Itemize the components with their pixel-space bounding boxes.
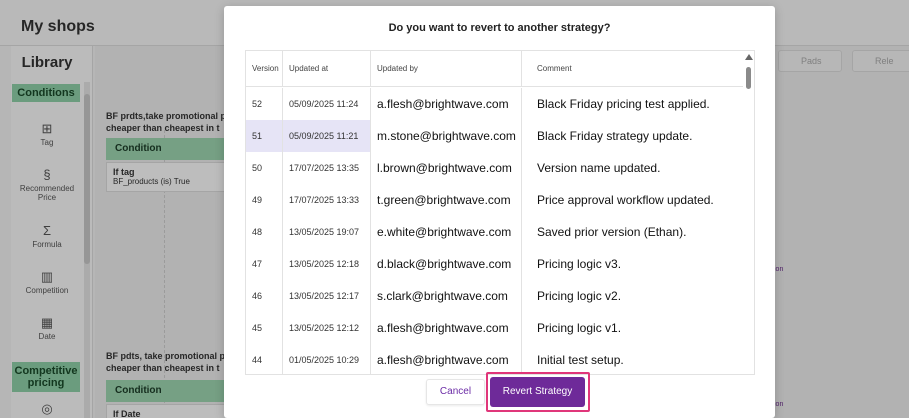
table-row[interactable]: 47 13/05/2025 12:18 d.black@brightwave.c… [246,248,743,280]
cell-version: 51 [246,120,283,152]
cancel-button[interactable]: Cancel [426,379,485,405]
table-row[interactable]: 45 13/05/2025 12:12 a.flesh@brightwave.c… [246,312,743,344]
cell-updated-by: m.stone@brightwave.com [371,120,522,152]
cell-updated-by: t.green@brightwave.com [371,184,522,216]
column-header-updated-by: Updated by [371,51,522,87]
table-row[interactable]: 44 01/05/2025 10:29 a.flesh@brightwave.c… [246,344,743,374]
cell-updated-by: e.white@brightwave.com [371,216,522,248]
table-row[interactable]: 46 13/05/2025 12:17 s.clark@brightwave.c… [246,280,743,312]
table-row-selected[interactable]: 51 05/09/2025 11:21 m.stone@brightwave.c… [246,120,743,152]
column-header-version: Version [246,51,283,87]
cell-updated-at: 13/05/2025 12:18 [283,248,371,280]
cell-comment: Pricing logic v1. [537,321,622,335]
cell-updated-at: 13/05/2025 12:12 [283,312,371,344]
cell-updated-by: s.clark@brightwave.com [371,280,522,312]
cell-comment: Saved prior version (Ethan). [537,225,687,239]
cell-comment: Initial test setup. [537,353,624,367]
cell-comment: Version name updated. [537,161,661,175]
cell-updated-by: a.flesh@brightwave.com [371,312,522,344]
dialog-title: Do you want to revert to another strateg… [388,22,611,34]
revert-strategy-button[interactable]: Revert Strategy [490,377,585,407]
cell-updated-by: l.brown@brightwave.com [371,152,522,184]
version-history-table: Version Updated at Updated by Comment 52… [245,50,755,375]
cell-updated-by: a.flesh@brightwave.com [371,344,522,374]
cell-version: 47 [246,248,283,280]
cell-version: 49 [246,184,283,216]
table-scrollbar[interactable] [743,51,754,374]
cell-version: 52 [246,88,283,120]
cell-comment: Pricing logic v3. [537,257,622,271]
table-row[interactable]: 50 17/07/2025 13:35 l.brown@brightwave.c… [246,152,743,184]
table-scroll-thumb[interactable] [746,67,751,89]
cell-comment: Black Friday pricing test applied. [537,97,710,111]
cell-comment: Black Friday strategy update. [537,129,693,143]
revert-strategy-dialog: Do you want to revert to another strateg… [224,6,775,418]
table-row[interactable]: 52 05/09/2025 11:24 a.flesh@brightwave.c… [246,88,743,120]
cell-updated-at: 05/09/2025 11:24 [283,88,371,120]
cell-version: 45 [246,312,283,344]
cell-version: 46 [246,280,283,312]
cell-updated-by: a.flesh@brightwave.com [371,88,522,120]
cell-updated-at: 17/07/2025 13:33 [283,184,371,216]
table-row[interactable]: 49 17/07/2025 13:33 t.green@brightwave.c… [246,184,743,216]
column-header-updated-at: Updated at [283,51,371,87]
cell-updated-at: 17/07/2025 13:35 [283,152,371,184]
cell-updated-at: 13/05/2025 19:07 [283,216,371,248]
cell-comment: Price approval workflow updated. [537,193,714,207]
cell-version: 44 [246,344,283,374]
cell-updated-at: 05/09/2025 11:21 [283,120,371,152]
cell-updated-at: 13/05/2025 12:17 [283,280,371,312]
cell-updated-at: 01/05/2025 10:29 [283,344,371,374]
table-header: Version Updated at Updated by Comment [246,51,743,87]
table-row[interactable]: 48 13/05/2025 19:07 e.white@brightwave.c… [246,216,743,248]
cell-comment: Pricing logic v2. [537,289,622,303]
cell-version: 50 [246,152,283,184]
column-header-comment: Comment [537,64,572,73]
scroll-up-arrow-icon[interactable] [745,54,753,60]
cell-updated-by: d.black@brightwave.com [371,248,522,280]
cell-version: 48 [246,216,283,248]
